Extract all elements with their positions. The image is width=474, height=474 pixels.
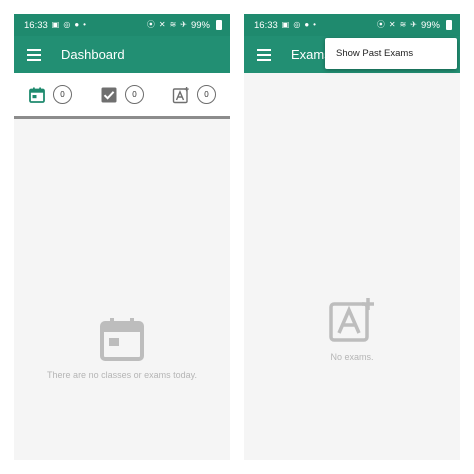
battery-icon [216,20,222,30]
battery-icon [446,20,452,30]
menu-item-show-past-exams[interactable]: Show Past Exams [336,48,413,59]
tab-classes[interactable]: 0 [28,85,72,104]
status-time: 16:33 [254,19,278,31]
tab-tasks[interactable]: 0 [100,85,144,104]
overflow-menu: Show Past Exams [325,38,457,69]
status-time: 16:33 [24,19,48,31]
message-notification-icon: ● [74,20,80,29]
gallery-notification-icon: ▣ [281,20,290,29]
empty-state: There are no classes or exams today. [14,316,230,380]
airplane-icon: ✈ [180,20,187,29]
exam-grade-icon [329,298,374,342]
exam-grade-icon [172,86,189,103]
checkbox-icon [101,87,117,102]
mute-icon: ✕ [388,20,396,29]
empty-state: No exams. [244,296,460,362]
status-bar: 16:33 ▣ ◎ ● • ⦿ ✕ ≋ ✈ 99% [244,14,460,36]
calendar-icon [100,318,144,361]
exams-screen: 16:33 ▣ ◎ ● • ⦿ ✕ ≋ ✈ 99% Exams Show Pas… [244,14,460,460]
vibrate-icon: ⦿ [146,20,155,29]
calendar-icon [29,87,45,103]
airplane-icon: ✈ [410,20,417,29]
wifi-icon: ≋ [169,20,177,29]
tasks-count: 0 [125,85,144,104]
more-notifications-icon: • [313,20,316,29]
more-notifications-icon: • [83,20,86,29]
empty-message: There are no classes or exams today. [47,370,197,380]
status-bar: 16:33 ▣ ◎ ● • ⦿ ✕ ≋ ✈ 99% [14,14,230,36]
menu-icon[interactable] [27,48,43,61]
battery-percent: 99% [420,19,440,31]
summary-tabs: 0 0 0 [14,73,230,119]
battery-percent: 99% [190,19,210,31]
camera-notification-icon: ◎ [63,20,71,29]
message-notification-icon: ● [304,20,310,29]
menu-icon[interactable] [257,48,273,61]
exams-count: 0 [197,85,216,104]
page-title: Dashboard [61,47,125,62]
app-bar: Dashboard [14,36,230,73]
classes-count: 0 [53,85,72,104]
camera-notification-icon: ◎ [293,20,301,29]
vibrate-icon: ⦿ [376,20,385,29]
tab-exams[interactable]: 0 [172,85,216,104]
empty-message: No exams. [330,352,374,362]
wifi-icon: ≋ [399,20,407,29]
gallery-notification-icon: ▣ [51,20,60,29]
mute-icon: ✕ [158,20,166,29]
dashboard-screen: 16:33 ▣ ◎ ● • ⦿ ✕ ≋ ✈ 99% Dashboard 0 0 … [14,14,230,460]
